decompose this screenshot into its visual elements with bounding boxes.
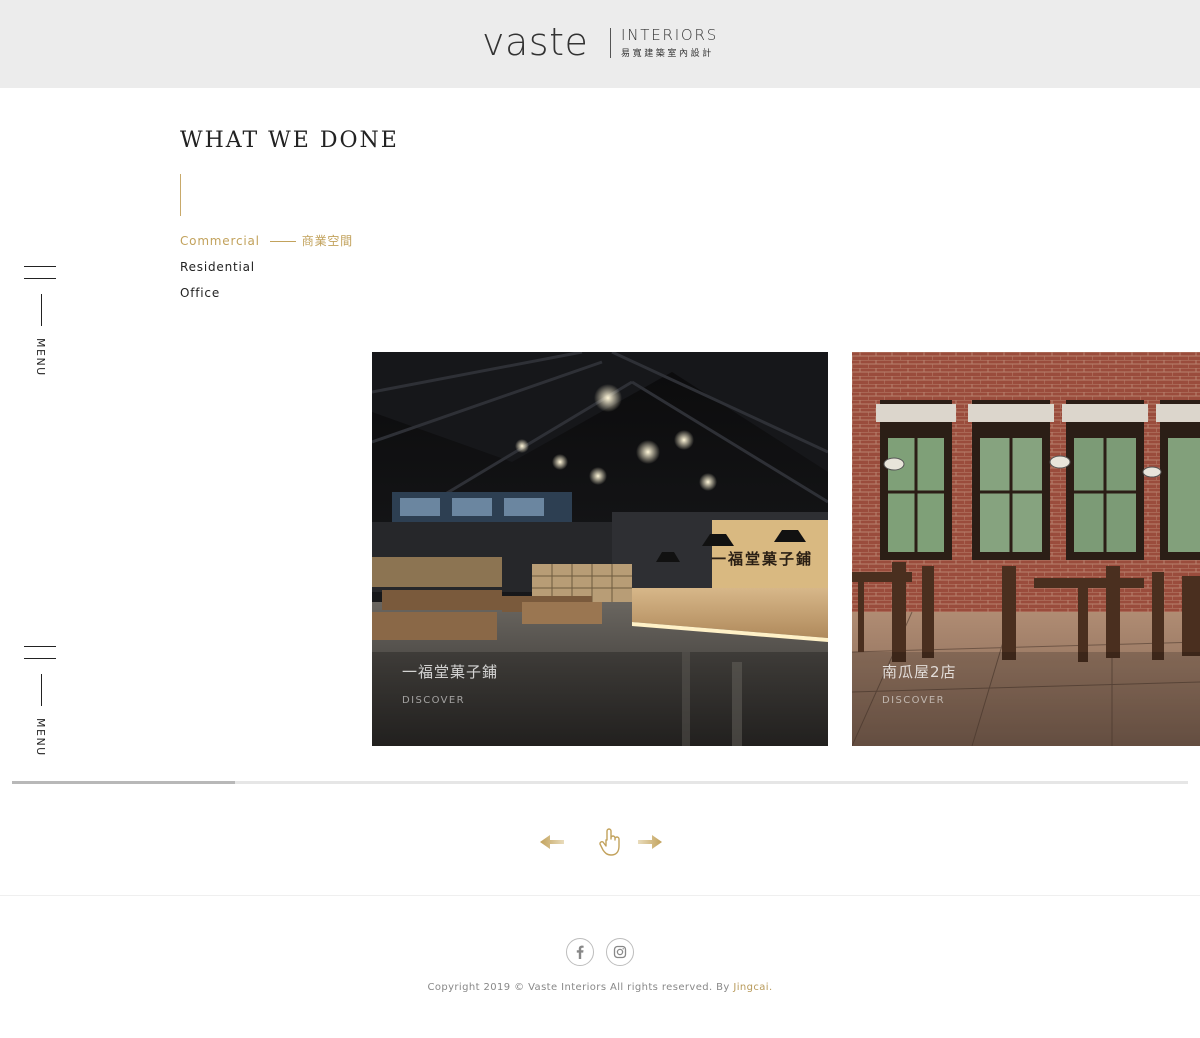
- category-commercial[interactable]: Commercial 商業空間: [180, 234, 353, 260]
- copyright-text: Copyright 2019 © Vaste Interiors All rig…: [0, 982, 1200, 993]
- menu-vertical-line: [41, 294, 42, 326]
- facebook-link[interactable]: [566, 938, 594, 966]
- instagram-link[interactable]: [606, 938, 634, 966]
- menu-icon-bar-bottom: [24, 658, 56, 659]
- carousel-scrollbar[interactable]: [12, 781, 1188, 784]
- category-label: Office: [180, 286, 221, 300]
- arrow-left-icon: [540, 835, 564, 849]
- logo-chinese-text: 易寬建築室內設計: [621, 49, 714, 59]
- category-residential[interactable]: Residential: [180, 260, 353, 286]
- credit-link[interactable]: Jingcai.: [733, 982, 772, 993]
- logo-wordmark: vaste: [482, 20, 589, 64]
- arrow-right-icon: [638, 835, 662, 849]
- copyright-main: Copyright 2019 © Vaste Interiors All rig…: [427, 982, 730, 993]
- title-accent-line: [180, 174, 181, 216]
- category-list: Commercial 商業空間 Residential Office: [180, 234, 353, 312]
- facebook-icon: [576, 945, 584, 959]
- next-button[interactable]: [638, 826, 664, 858]
- hand-pointer-icon: [599, 828, 620, 856]
- menu-icon-bar-top: [24, 646, 56, 647]
- category-cn-label: 商業空間: [301, 234, 353, 248]
- category-label: Residential: [180, 260, 255, 274]
- prev-button[interactable]: [538, 826, 566, 858]
- menu-button-secondary[interactable]: MENU: [24, 646, 58, 757]
- project-card[interactable]: 南瓜屋2店 DISCOVER: [852, 352, 1200, 746]
- menu-button[interactable]: MENU: [24, 266, 58, 377]
- menu-label: MENU: [34, 338, 47, 377]
- project-card[interactable]: 一福堂菓子鋪 一福堂菓子鋪 DISCOVER: [372, 352, 828, 746]
- category-office[interactable]: Office: [180, 286, 353, 312]
- scrollbar-thumb[interactable]: [12, 781, 236, 784]
- category-label: Commercial: [180, 234, 260, 248]
- project-photo-food-hall: 一福堂菓子鋪: [372, 352, 828, 746]
- menu-vertical-line: [41, 674, 42, 706]
- project-photo-restaurant: [852, 352, 1200, 746]
- page-title: WHAT WE DONE: [180, 128, 399, 153]
- menu-icon-bar-top: [24, 266, 56, 267]
- project-title: 一福堂菓子鋪: [402, 663, 499, 681]
- logo-divider: [610, 28, 611, 58]
- drag-hint: [598, 826, 624, 858]
- instagram-icon: [613, 945, 627, 959]
- menu-label: MENU: [34, 718, 47, 757]
- menu-icon-bar-bottom: [24, 278, 56, 279]
- site-logo[interactable]: vaste INTERIORS 易寬建築室內設計: [482, 20, 722, 66]
- project-title: 南瓜屋2店: [882, 663, 957, 681]
- active-dash: [269, 241, 296, 242]
- site-header: vaste INTERIORS 易寬建築室內設計: [0, 0, 1200, 88]
- discover-link[interactable]: DISCOVER: [402, 695, 465, 706]
- svg-text:一福堂菓子鋪: 一福堂菓子鋪: [711, 550, 813, 568]
- logo-interiors-text: INTERIORS: [621, 26, 719, 44]
- discover-link[interactable]: DISCOVER: [882, 695, 945, 706]
- footer-divider: [0, 895, 1200, 896]
